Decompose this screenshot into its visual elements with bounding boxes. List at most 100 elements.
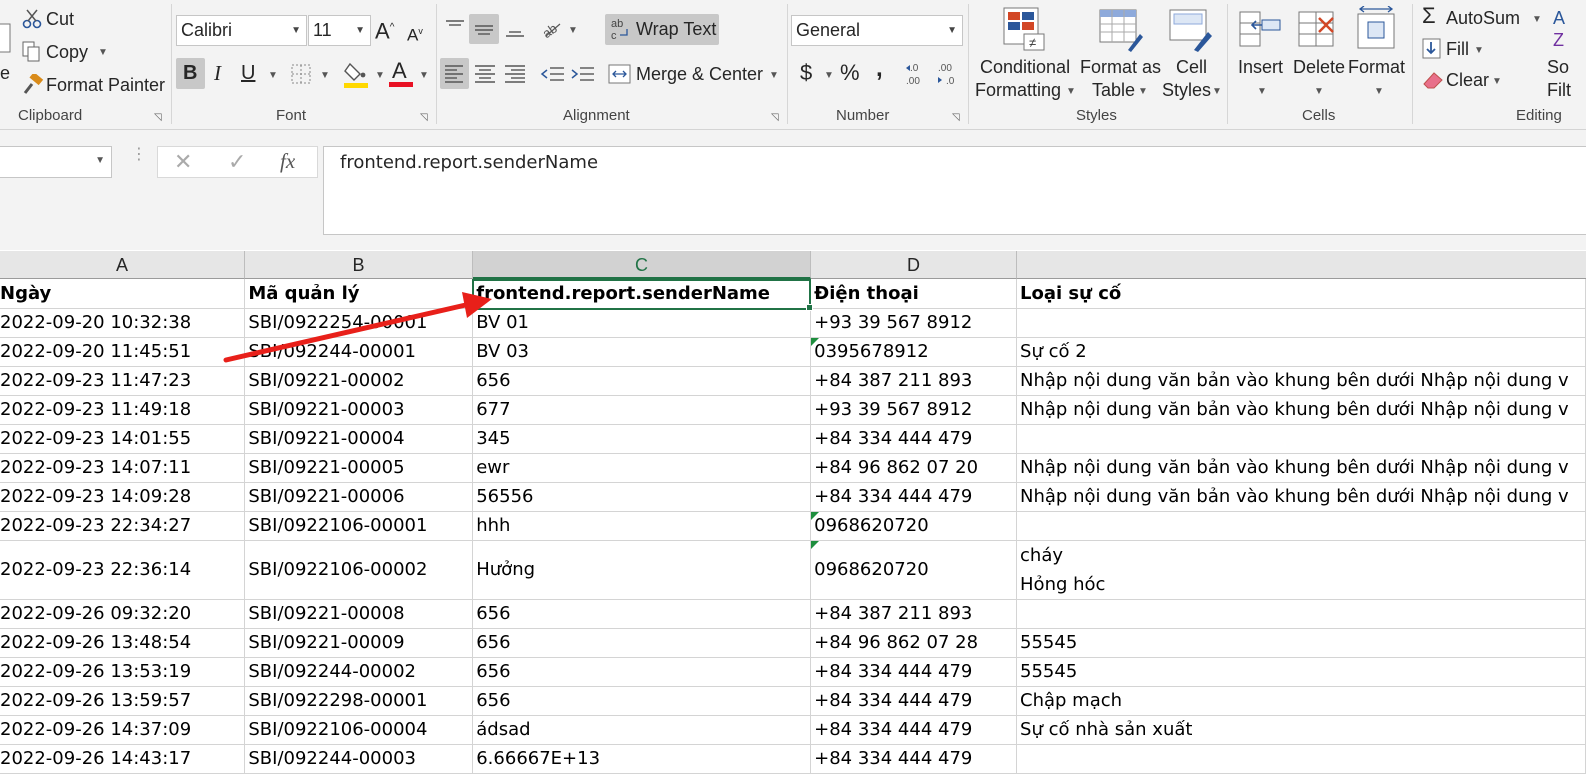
cut-button[interactable]: Cut (20, 7, 90, 31)
borders-button[interactable]: ▼ (290, 60, 330, 88)
chevron-down-icon[interactable]: ▼ (291, 16, 301, 45)
cell[interactable]: +84 334 444 479 (810, 715, 1018, 745)
column-header-e[interactable] (1017, 251, 1586, 279)
cell[interactable]: SBI/09221-00004 (244, 424, 474, 454)
dialog-launcher-icon[interactable]: ◹ (952, 112, 960, 123)
comma-button[interactable]: , (876, 57, 883, 81)
cell[interactable]: +84 387 211 893 (810, 599, 1018, 629)
cell[interactable]: 6.66667E+13 (472, 744, 812, 774)
cell[interactable]: 55545 (1016, 657, 1586, 687)
cell[interactable] (1016, 744, 1586, 774)
cell[interactable]: 0968620720 (810, 511, 1018, 541)
cell[interactable]: 656 (472, 366, 812, 396)
cell[interactable]: 677 (472, 395, 812, 425)
cell[interactable]: 2022-09-26 13:53:19 (0, 657, 246, 687)
align-center-icon[interactable] (473, 62, 497, 86)
cell[interactable]: +84 334 444 479 (810, 744, 1018, 774)
cell[interactable]: Chập mạch (1016, 686, 1586, 716)
header-cell[interactable]: Loại sự cố (1016, 279, 1586, 309)
cell[interactable]: SBI/0922254-00001 (244, 308, 474, 338)
cell[interactable]: 345 (472, 424, 812, 454)
chevron-down-icon[interactable]: ▼ (95, 155, 105, 166)
cell[interactable]: Sự cố 2 (1016, 337, 1586, 367)
cell[interactable]: 2022-09-23 11:47:23 (0, 366, 246, 396)
cell[interactable]: SBI/09221-00008 (244, 599, 474, 629)
column-header-c[interactable]: C (473, 251, 811, 279)
cell[interactable]: Nhập nội dung văn bản vào khung bên dưới… (1016, 482, 1586, 512)
cell[interactable]: 656 (472, 628, 812, 658)
format-as-table-button[interactable]: Format as Table ▼ (1076, 4, 1164, 104)
cell[interactable]: 2022-09-23 22:36:14 (0, 540, 246, 600)
align-right-icon[interactable] (503, 62, 527, 86)
cell-styles-button[interactable]: Cell Styles ▼ (1160, 4, 1226, 104)
cell[interactable]: +84 334 444 479 (810, 686, 1018, 716)
sort-filter-button[interactable]: AZ So Filt (1545, 4, 1586, 104)
cell[interactable]: SBI/09221-00006 (244, 482, 474, 512)
header-cell[interactable]: Mã quản lý (244, 279, 474, 309)
chevron-down-icon[interactable]: ▼ (355, 16, 365, 45)
delete-button[interactable]: Delete ▼ (1291, 4, 1347, 104)
decrease-font-button[interactable]: Av (407, 20, 423, 47)
increase-indent-icon[interactable] (570, 62, 596, 86)
increase-font-button[interactable]: A^ (375, 17, 394, 42)
font-size-combo[interactable]: 11 ▼ (308, 15, 371, 46)
number-format-combo[interactable]: General ▼ (791, 15, 963, 46)
insert-function-icon[interactable]: fx (280, 149, 295, 174)
cell[interactable]: 2022-09-26 14:37:09 (0, 715, 246, 745)
name-box[interactable]: ▼ (0, 146, 112, 178)
cell[interactable]: Hưởng (472, 540, 812, 600)
cell[interactable]: 2022-09-26 14:43:17 (0, 744, 246, 774)
cell[interactable]: 2022-09-23 14:07:11 (0, 453, 246, 483)
dialog-launcher-icon[interactable]: ◹ (420, 112, 428, 123)
cell[interactable]: SBI/0922298-00001 (244, 686, 474, 716)
cell[interactable]: SBI/092244-00001 (244, 337, 474, 367)
autosum-button[interactable]: Σ AutoSum ▼ (1420, 5, 1544, 31)
font-name-combo[interactable]: Calibri ▼ (176, 15, 307, 46)
cell[interactable] (1016, 424, 1586, 454)
dialog-launcher-icon[interactable]: ◹ (771, 112, 779, 123)
confirm-entry-icon[interactable]: ✓ (228, 149, 246, 175)
merge-center-button[interactable]: Merge & Center ▼ (608, 60, 783, 88)
cell[interactable]: Nhập nội dung văn bản vào khung bên dưới… (1016, 395, 1586, 425)
cell[interactable]: 2022-09-23 11:49:18 (0, 395, 246, 425)
align-left-button[interactable] (440, 58, 469, 89)
paste-button[interactable]: e (0, 14, 14, 84)
cell[interactable]: 56556 (472, 482, 812, 512)
cell[interactable]: SBI/09221-00003 (244, 395, 474, 425)
cell[interactable]: +84 334 444 479 (810, 482, 1018, 512)
align-bottom-icon[interactable] (503, 16, 527, 40)
cell[interactable]: 0968620720 (810, 540, 1018, 600)
cell[interactable]: 2022-09-23 14:09:28 (0, 482, 246, 512)
orientation-button[interactable]: ab ▼ (540, 16, 580, 42)
cell[interactable]: +84 334 444 479 (810, 657, 1018, 687)
header-cell-selected[interactable]: frontend.report.senderName (472, 279, 812, 309)
cell[interactable]: cháy Hỏng hóc (1016, 540, 1586, 600)
font-color-button[interactable]: A ▼ (389, 58, 431, 89)
cell[interactable] (1016, 599, 1586, 629)
cell[interactable]: 55545 (1016, 628, 1586, 658)
cell[interactable]: ádsad (472, 715, 812, 745)
decrease-indent-icon[interactable] (540, 62, 566, 86)
cell[interactable]: SBI/0922106-00002 (244, 540, 474, 600)
cell[interactable]: +93 39 567 8912 (810, 395, 1018, 425)
align-middle-button[interactable] (469, 14, 499, 44)
cell[interactable]: 656 (472, 657, 812, 687)
cell[interactable]: 2022-09-20 11:45:51 (0, 337, 246, 367)
copy-button[interactable]: Copy ▼ (20, 40, 110, 64)
cell[interactable]: SBI/092244-00003 (244, 744, 474, 774)
cancel-entry-icon[interactable]: ✕ (174, 149, 192, 175)
format-button[interactable]: Format ▼ (1348, 4, 1408, 104)
insert-button[interactable]: Insert ▼ (1234, 4, 1290, 104)
cell[interactable]: 656 (472, 599, 812, 629)
cell[interactable]: 2022-09-20 10:32:38 (0, 308, 246, 338)
column-header-a[interactable]: A (0, 251, 245, 279)
cell[interactable]: 2022-09-23 14:01:55 (0, 424, 246, 454)
decrease-decimal-icon[interactable]: .00.0 (936, 60, 966, 88)
cell[interactable]: SBI/09221-00005 (244, 453, 474, 483)
cell[interactable]: 2022-09-26 13:48:54 (0, 628, 246, 658)
cell[interactable]: hhh (472, 511, 812, 541)
bold-button[interactable]: B (176, 58, 205, 89)
italic-button[interactable]: I (210, 58, 234, 89)
fill-button[interactable]: Fill ▼ (1420, 36, 1490, 62)
cell[interactable]: BV 01 (472, 308, 812, 338)
